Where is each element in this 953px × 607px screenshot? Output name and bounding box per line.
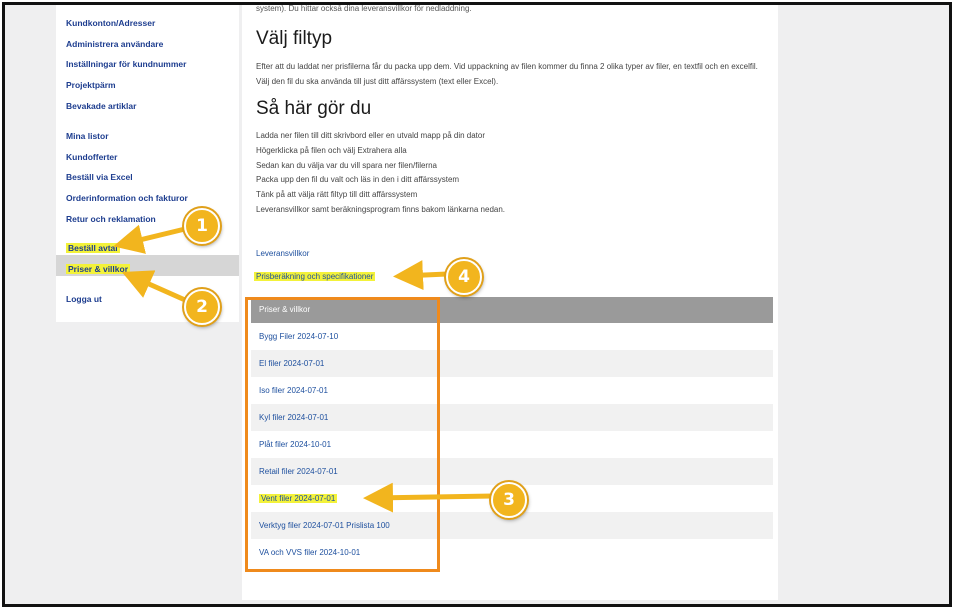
arrow-2 (121, 270, 187, 303)
annotation-marker-2: 2 (184, 289, 220, 325)
annotation-marker-4: 4 (446, 259, 482, 295)
annotation-marker-1: 1 (184, 208, 220, 244)
arrow-1 (113, 224, 186, 254)
annotation-arrows (113, 224, 494, 513)
arrow-4 (393, 260, 448, 291)
annotation-marker-3: 3 (491, 482, 527, 518)
arrow-3 (363, 482, 494, 513)
screenshot-frame: Kundkonton/Adresser Administrera använda… (2, 2, 952, 607)
